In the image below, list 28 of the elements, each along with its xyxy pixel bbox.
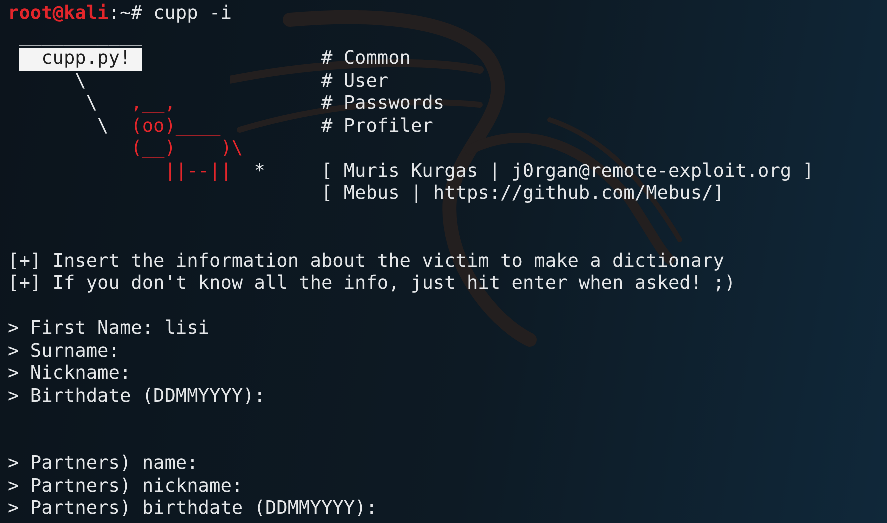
info-text: # Common xyxy=(321,48,411,70)
info-text: # User xyxy=(321,70,389,93)
banner-label: cupp.py! xyxy=(19,48,142,70)
info-text: # Profiler xyxy=(321,116,434,138)
ascii-art: ___________ xyxy=(18,26,142,48)
ascii-art: \ xyxy=(85,93,98,116)
prompt-label: > Partners) birthdate (DDMMYYYY): xyxy=(8,498,378,520)
command-text: :~# cupp -i xyxy=(108,3,232,26)
ascii-art: ||--|| xyxy=(164,160,232,183)
ascii-art: * xyxy=(253,160,266,183)
prompt-label: > Nickname: xyxy=(8,363,132,386)
info-text: # Passwords xyxy=(321,93,445,116)
ascii-art: (__) )\ xyxy=(130,138,244,160)
prompt-label: > First Name: xyxy=(8,318,154,340)
ascii-art: (oo)____ xyxy=(130,116,221,138)
prompt-user-host: root@kali xyxy=(8,3,109,26)
prompt-label: > Partners) nickname: xyxy=(8,476,244,498)
message-line: [+] Insert the information about the victim to make a dictionary xyxy=(8,250,724,273)
ascii-art: \ xyxy=(74,70,86,93)
ascii-art: ,__, xyxy=(130,93,176,116)
info-text: [ Muris Kurgas | j0rgan@remote-exploit.org ] xyxy=(321,160,814,183)
prompt-label: > Partners) name: xyxy=(8,453,198,476)
info-text: [ Mebus | https://github.com/Mebus/] xyxy=(321,183,724,206)
input-value: lisi xyxy=(164,318,210,340)
prompt-label: > Surname: xyxy=(8,340,120,363)
ascii-art: \ xyxy=(96,116,109,138)
prompt-label: > Birthdate (DDMMYYYY): xyxy=(8,386,266,408)
message-line: [+] If you don't know all the info, just hit enter when asked! ;) xyxy=(8,273,736,296)
